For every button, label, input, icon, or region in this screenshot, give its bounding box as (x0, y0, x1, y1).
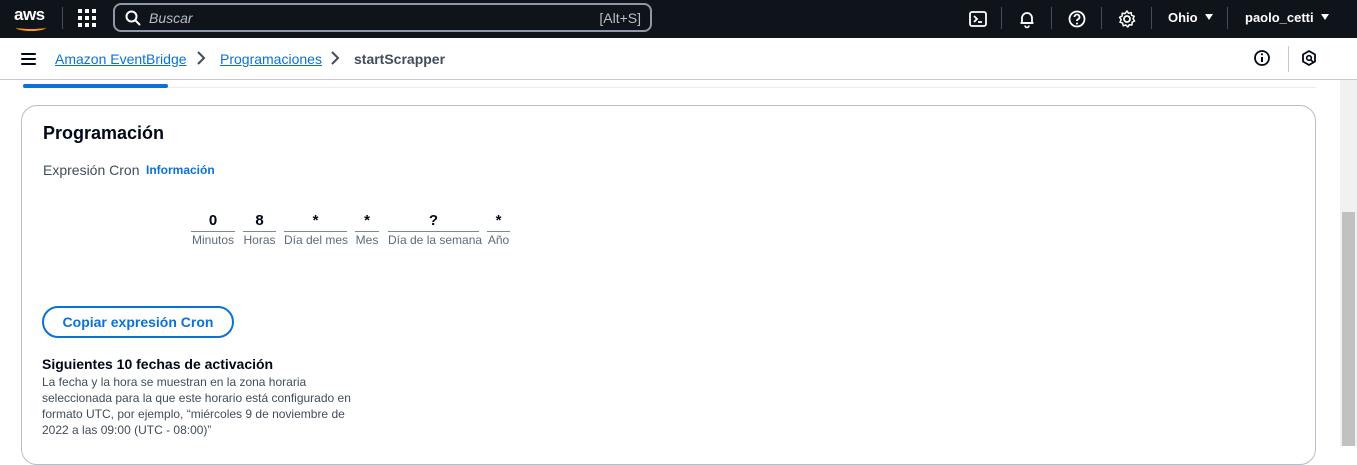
cloudshell-icon[interactable] (968, 9, 988, 29)
services-grid-icon[interactable] (78, 9, 96, 27)
bell-icon[interactable] (1017, 9, 1037, 29)
cron-field-minutes: 0 Minutos (191, 212, 235, 247)
copy-cron-button[interactable]: Copiar expresión Cron (42, 306, 234, 338)
cron-field-month: * Mes (355, 212, 379, 247)
panel-title: Programación (43, 123, 165, 143)
schedule-panel: Programación Expresión Cron Información … (21, 105, 1316, 465)
info-icon[interactable] (1253, 49, 1271, 67)
cron-expression-label: Expresión Cron (43, 162, 140, 178)
cron-value: 8 (243, 212, 276, 232)
cron-value: 0 (191, 212, 235, 232)
nav-divider (1051, 7, 1052, 29)
cron-field-day-of-week: ? Día de la semana (388, 212, 483, 247)
next-dates-description: La fecha y la hora se muestran en la zon… (42, 375, 351, 437)
active-tab-indicator (23, 84, 168, 88)
cron-label: Minutos (191, 233, 235, 247)
chevron-down-icon (1204, 14, 1213, 20)
nav-divider (1101, 7, 1102, 29)
feedback-icon[interactable] (1300, 49, 1318, 67)
cron-label: Día de la semana (388, 233, 483, 247)
search-placeholder: Buscar (149, 10, 193, 26)
breadcrumb-eventbridge[interactable]: Amazon EventBridge (55, 51, 187, 67)
aws-logo[interactable]: aws (14, 5, 48, 33)
top-navigation: aws Buscar [Alt+S] Ohio paolo_cetti (0, 0, 1357, 38)
breadcrumb-bar: Amazon EventBridge Programaciones startS… (0, 38, 1357, 80)
cron-value: * (355, 212, 379, 232)
info-link[interactable]: Información (146, 163, 215, 177)
cron-label: Año (487, 233, 510, 247)
nav-divider (1151, 7, 1152, 29)
nav-divider (1227, 7, 1228, 29)
tab-divider (23, 87, 1316, 88)
cron-label: Día del mes (284, 233, 349, 247)
cron-value: * (284, 212, 347, 232)
search-box[interactable]: Buscar [Alt+S] (113, 3, 652, 32)
gear-icon[interactable] (1117, 9, 1137, 29)
aws-logo-text: aws (14, 5, 45, 24)
cron-value: ? (388, 212, 479, 232)
help-icon[interactable] (1067, 9, 1087, 29)
user-name: paolo_cetti (1245, 10, 1314, 25)
cron-label: Mes (355, 233, 379, 247)
cron-field-hours: 8 Horas (243, 212, 276, 247)
search-shortcut: [Alt+S] (599, 10, 641, 26)
cron-field-day-of-month: * Día del mes (284, 212, 349, 247)
breadcrumb-current: startScrapper (354, 51, 446, 67)
aws-smile-icon (16, 24, 46, 31)
chevron-right-icon (331, 51, 340, 65)
breadcrumb-programaciones[interactable]: Programaciones (220, 51, 322, 67)
chevron-right-icon (197, 51, 206, 65)
scrollbar-thumb[interactable] (1342, 212, 1355, 446)
nav-divider (62, 7, 63, 29)
next-dates-title: Siguientes 10 fechas de activación (42, 356, 274, 372)
region-selector[interactable]: Ohio (1168, 10, 1213, 25)
nav-divider (1001, 7, 1002, 29)
account-menu[interactable]: paolo_cetti (1245, 10, 1329, 25)
search-icon (125, 10, 141, 26)
menu-icon[interactable] (21, 53, 36, 65)
cron-value: * (487, 212, 510, 232)
region-label: Ohio (1168, 10, 1198, 25)
cron-label: Horas (243, 233, 276, 247)
cron-field-year: * Año (487, 212, 510, 247)
divider (1288, 46, 1289, 72)
chevron-down-icon (1320, 14, 1329, 20)
